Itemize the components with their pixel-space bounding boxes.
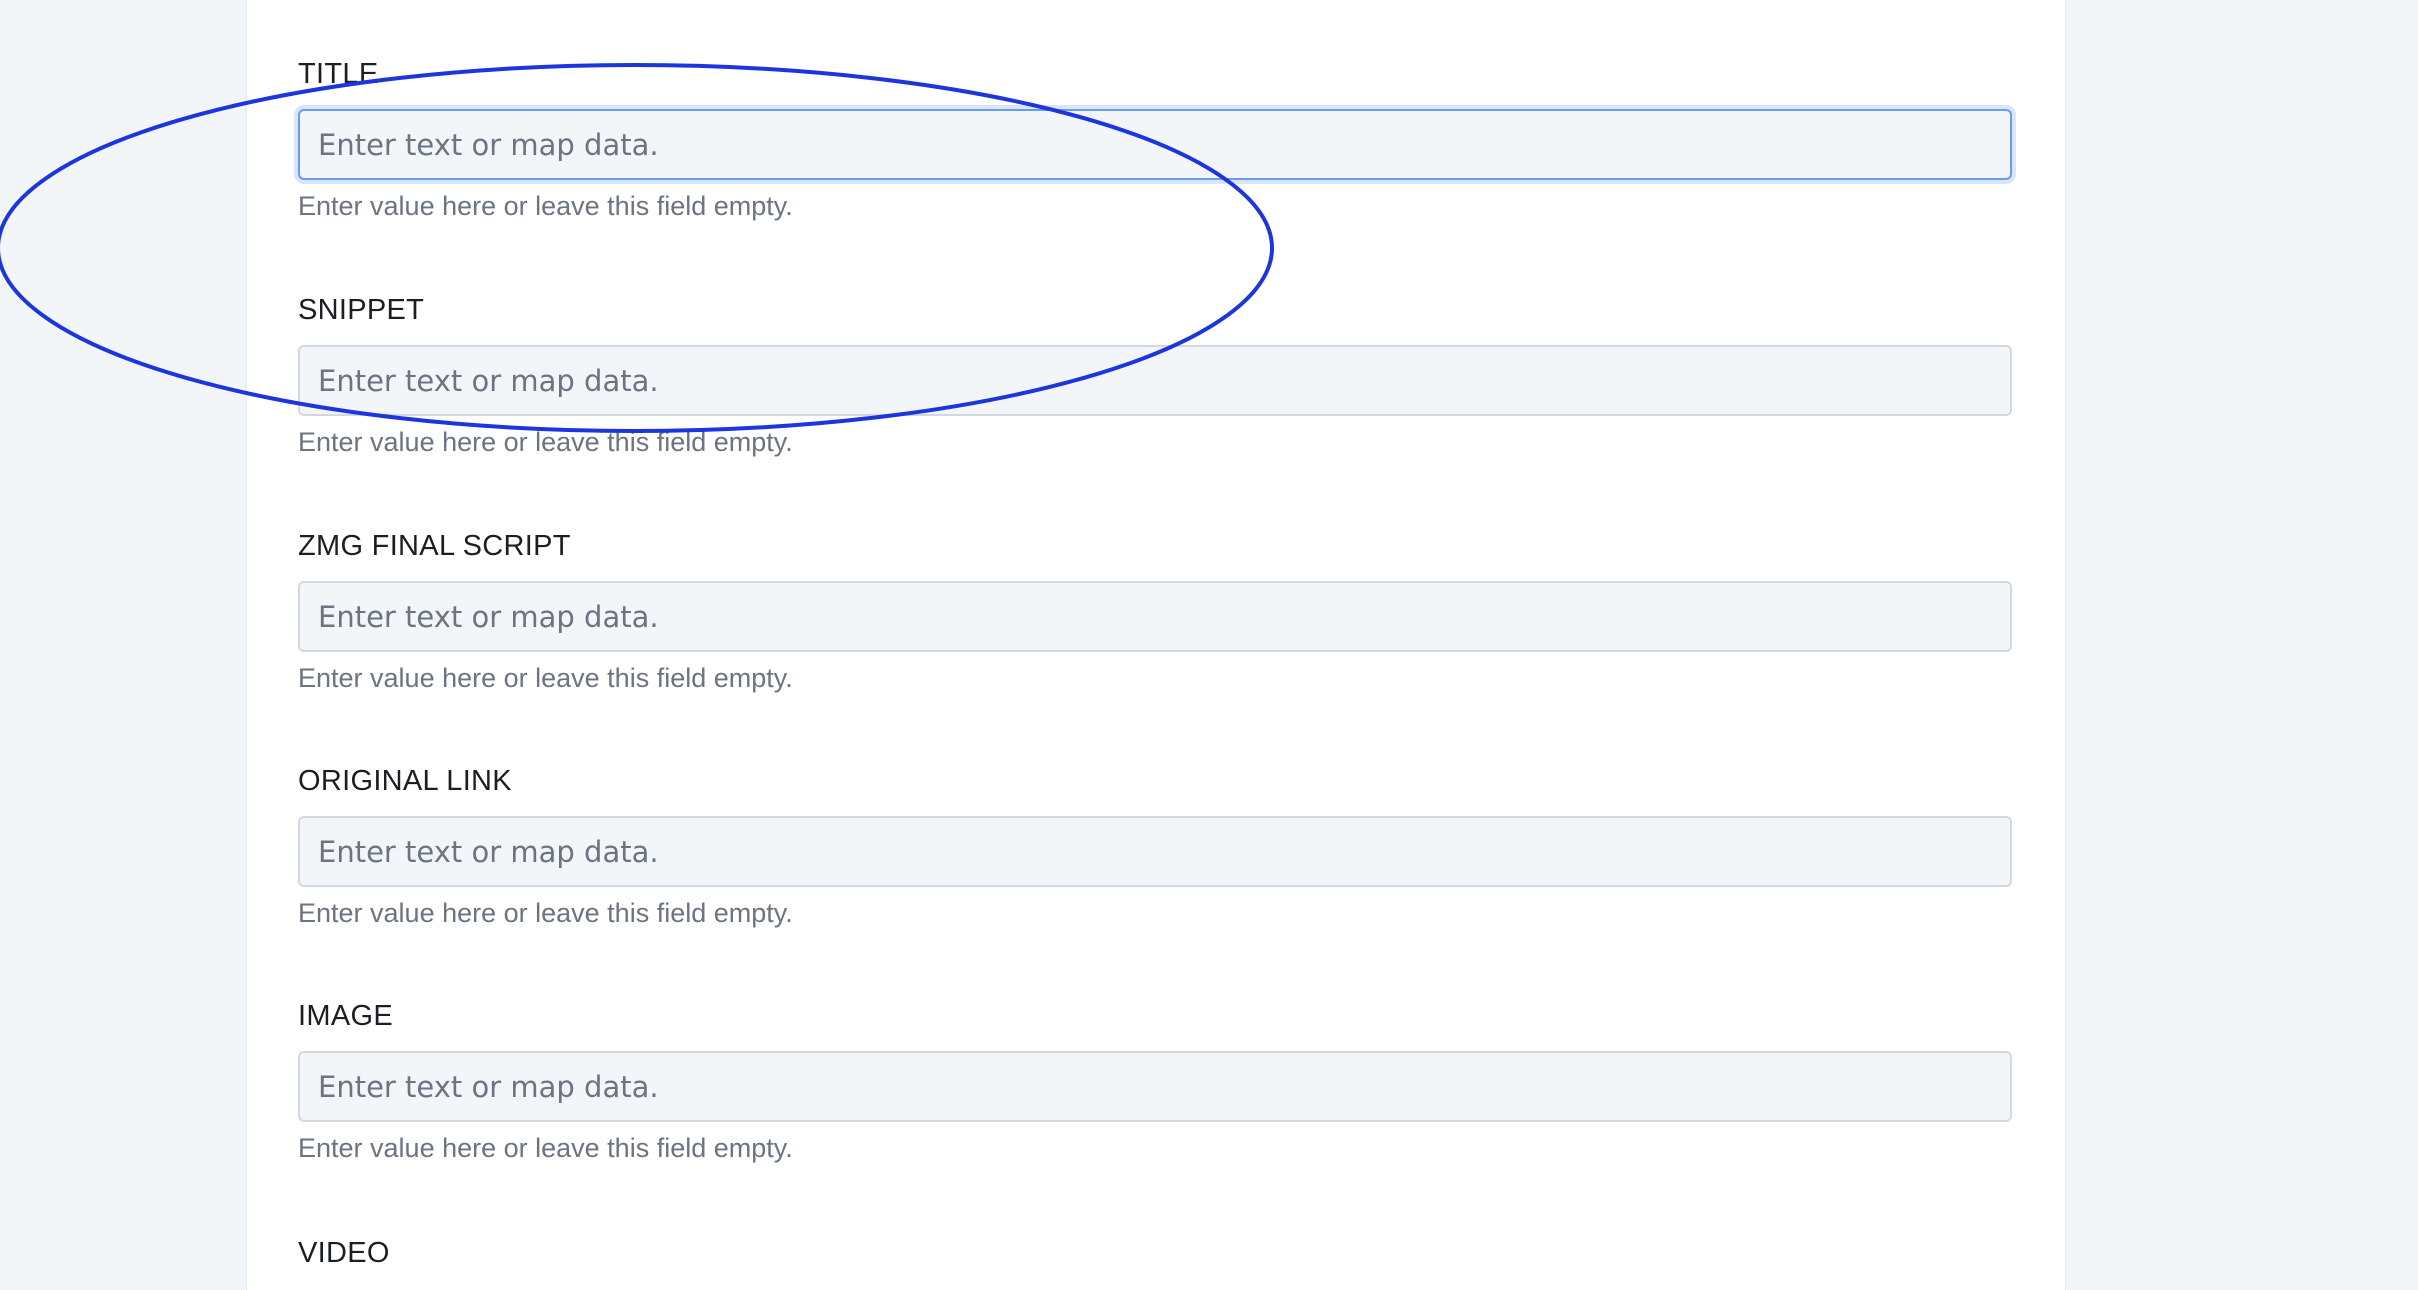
title-input[interactable] <box>298 109 2012 180</box>
field-help-image: Enter value here or leave this field emp… <box>298 1133 793 1163</box>
image-input[interactable] <box>298 1051 2012 1122</box>
field-label-original-link: ORIGINAL LINK <box>298 765 512 797</box>
field-label-image: IMAGE <box>298 1000 393 1032</box>
field-image: IMAGE Enter value here or leave this fie… <box>298 998 2013 1166</box>
field-help-zmg-final-script: Enter value here or leave this field emp… <box>298 663 793 693</box>
field-help-original-link: Enter value here or leave this field emp… <box>298 898 793 928</box>
field-original-link: ORIGINAL LINK Enter value here or leave … <box>298 763 2013 931</box>
field-help-title: Enter value here or leave this field emp… <box>298 191 793 221</box>
field-help-snippet: Enter value here or leave this field emp… <box>298 427 793 457</box>
snippet-input[interactable] <box>298 345 2012 416</box>
field-title: TITLE Enter value here or leave this fie… <box>298 56 2013 224</box>
field-zmg-final-script: ZMG FINAL SCRIPT Enter value here or lea… <box>298 528 2013 696</box>
zmg-final-script-input[interactable] <box>298 581 2012 652</box>
field-snippet: SNIPPET Enter value here or leave this f… <box>298 292 2013 460</box>
original-link-input[interactable] <box>298 816 2012 887</box>
form-panel: TITLE Enter value here or leave this fie… <box>246 0 2066 1290</box>
field-label-zmg-final-script: ZMG FINAL SCRIPT <box>298 530 571 562</box>
field-label-snippet: SNIPPET <box>298 294 425 326</box>
field-video: VIDEO <box>298 1235 2013 1271</box>
field-label-video: VIDEO <box>298 1237 390 1269</box>
field-label-title: TITLE <box>298 58 379 90</box>
